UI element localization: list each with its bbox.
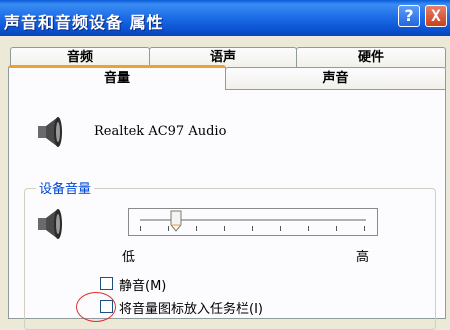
speaker-icon [38,117,62,147]
window-title: 声音和音频设备 属性 [4,13,164,32]
volume-slider[interactable] [128,208,378,236]
tab-volume[interactable]: 音量 [8,65,226,90]
device-name: Realtek AC97 Audio [94,124,227,139]
slider-tick [196,226,197,231]
slider-high-label: 高 [356,250,370,265]
tab-sounds[interactable]: 声音 [225,67,446,90]
highlight-annotation [76,292,116,322]
mute-checkbox[interactable] [100,277,113,290]
slider-tick [252,226,253,231]
help-button[interactable]: ? [398,5,420,27]
volume-slider-thumb[interactable] [170,210,182,232]
slider-tick [168,226,169,231]
slider-low-label: 低 [122,250,136,265]
slider-tick [336,226,337,231]
tray-icon-label: 将音量图标放入任务栏(I) [119,302,263,317]
slider-tick [308,226,309,231]
slider-tick [280,226,281,231]
title-bar: 声音和音频设备 属性 ? X [0,0,450,36]
slider-tick [224,226,225,231]
speaker-icon [38,209,62,239]
slider-tick [364,226,365,231]
close-button[interactable]: X [425,5,447,27]
group-title: 设备音量 [36,178,95,197]
slider-tick [140,226,141,231]
tab-hardware[interactable]: 硬件 [296,47,446,68]
mute-label: 静音(M) [119,279,167,294]
